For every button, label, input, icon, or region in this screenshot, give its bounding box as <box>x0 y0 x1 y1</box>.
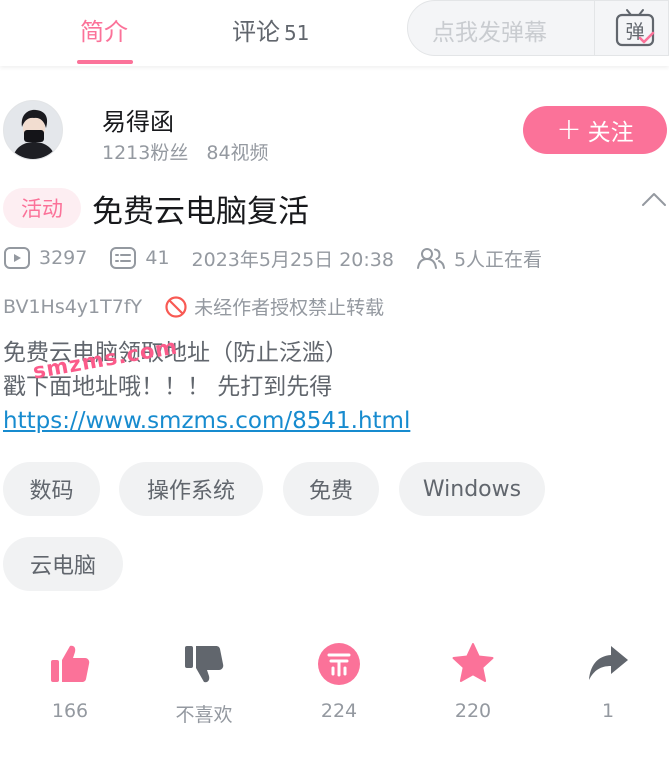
bvid-row: BV1Hs4y1T7fY 未经作者授权禁止转载 <box>3 293 384 320</box>
thumbs-up-icon <box>51 645 90 682</box>
activity-badge: 活动 <box>3 188 81 228</box>
danmaku-divider <box>594 1 595 55</box>
like-count: 166 <box>51 700 89 722</box>
publish-datetime: 2023年5月25日 20:38 <box>191 248 394 271</box>
active-tab-indicator <box>77 60 133 64</box>
like-button[interactable]: 166 <box>15 640 125 722</box>
no-reprint-icon <box>165 295 187 318</box>
tab-comments[interactable]: 评论 51 <box>232 12 309 47</box>
tag-item[interactable]: 云电脑 <box>3 537 123 591</box>
coin-icon <box>318 643 360 685</box>
tag-item[interactable]: 数码 <box>3 462 100 516</box>
video-meta-row: 3297 41 2023年5月25日 20:38 5人正在看 <box>3 244 542 272</box>
favorite-button[interactable]: 220 <box>418 640 528 722</box>
play-count-icon <box>4 247 30 269</box>
danmaku-count: 41 <box>145 247 170 269</box>
watching-count: 5人正在看 <box>453 248 543 271</box>
dislike-label: 不喜欢 <box>175 704 233 726</box>
uploader-followers: 1213粉丝 <box>102 142 189 164</box>
description-link[interactable]: https://www.smzms.com/8541.html <box>3 404 410 438</box>
uploader-avatar[interactable] <box>3 100 63 160</box>
uploader-videos: 84视频 <box>206 142 269 164</box>
follow-label: 关注 <box>587 120 634 146</box>
tab-intro[interactable]: 简介 <box>80 12 128 47</box>
tab-comments-count: 51 <box>284 21 310 45</box>
thumbs-down-icon <box>185 646 224 683</box>
danmaku-input[interactable]: 点我发弹幕 弹 <box>407 0 669 56</box>
plus-icon: + <box>556 112 582 147</box>
danmaku-count-icon <box>110 247 137 269</box>
share-button[interactable]: 1 <box>553 640 663 722</box>
coin-count: 224 <box>320 700 358 722</box>
tab-intro-label: 简介 <box>80 18 128 46</box>
tab-comments-label: 评论 <box>232 18 280 46</box>
avatar-image <box>4 101 62 159</box>
uploader-stats: 1213粉丝 84视频 <box>102 138 269 165</box>
follow-button[interactable]: + 关注 <box>523 106 667 154</box>
dislike-button[interactable]: 不喜欢 <box>149 640 259 727</box>
tag-item[interactable]: Windows <box>399 462 545 516</box>
top-tab-bar: 简介 评论 51 点我发弹幕 弹 <box>0 0 669 66</box>
share-icon <box>589 646 628 680</box>
copyright-notice: 未经作者授权禁止转载 <box>194 297 385 319</box>
video-description: 免费云电脑领取地址（防止泛滥） 戳下面地址哦！！！ 先打到先得 https://… <box>3 336 410 438</box>
danmaku-settings-icon[interactable]: 弹 <box>613 6 657 50</box>
star-icon <box>452 643 494 682</box>
bvid: BV1Hs4y1T7fY <box>3 295 143 318</box>
play-count: 3297 <box>39 247 88 269</box>
video-title: 免费云电脑复活 <box>92 194 309 230</box>
share-count: 1 <box>601 700 615 722</box>
favorite-count: 220 <box>454 700 492 722</box>
uploader-name[interactable]: 易得函 <box>102 102 174 137</box>
tag-item[interactable]: 免费 <box>283 462 379 516</box>
tag-item[interactable]: 操作系统 <box>119 462 263 516</box>
coin-button[interactable]: 224 <box>284 640 394 722</box>
chevron-up-icon[interactable] <box>640 190 668 210</box>
watching-people-icon <box>416 248 445 269</box>
danmaku-placeholder: 点我发弹幕 <box>432 20 547 46</box>
